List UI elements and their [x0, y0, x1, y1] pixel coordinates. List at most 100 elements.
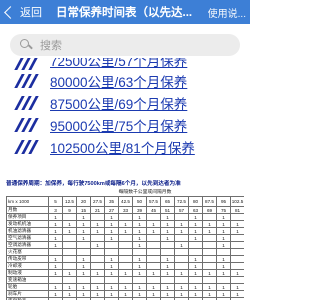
table-cell [174, 262, 189, 270]
table-cell: 1 [48, 234, 63, 242]
table-cell [118, 213, 133, 221]
table-cell: 1 [216, 213, 231, 221]
table-cell: 81 [230, 206, 244, 214]
table-cell: 39 [132, 206, 147, 214]
table-cell: 1 [104, 290, 119, 298]
table-cell: 1 [48, 255, 63, 263]
table-cell [188, 248, 203, 256]
table-cell: 1 [174, 269, 189, 277]
table-row: 月数 3 9 15 21 27 33 39 45 51 57 63 69 75 … [6, 206, 244, 214]
search-placeholder: 搜索 [40, 40, 62, 52]
table-subheader: 每隔数千公里或间隔月数 [118, 190, 172, 195]
table-cell: 1 [90, 241, 105, 249]
table-cell [118, 234, 133, 242]
table-row-label: 制动液 [6, 269, 49, 277]
table-cell [146, 213, 161, 221]
table-cell: 1 [118, 283, 133, 291]
table-cell [104, 241, 119, 249]
list-item[interactable]: 87500公里/69个月保养 [0, 92, 250, 114]
table-cell: 1 [188, 220, 203, 228]
maintenance-link[interactable]: 72500公里/57个月保养 [50, 58, 187, 70]
table-cell: 月数 [6, 206, 49, 214]
table-cell [230, 262, 244, 270]
table-cell [202, 213, 217, 221]
table-row-label: 传动皮带 [6, 255, 49, 263]
table-cell: 1 [160, 234, 175, 242]
table-cell: 1 [62, 283, 77, 291]
list-item[interactable]: 102500公里/81个月保养 [0, 136, 250, 158]
table-cell: 1 [188, 255, 203, 263]
table-cell: 1 [216, 283, 231, 291]
table-row: 传动皮带 1 1 1 1 1 1 1 [6, 255, 244, 263]
table-cell: 1 [146, 290, 161, 298]
list-item[interactable]: 80000公里/63个月保养 [0, 70, 250, 92]
table-cell [90, 276, 105, 284]
table-cell: 1 [104, 213, 119, 221]
table-cell [230, 276, 244, 284]
top-bar: 返回 日常保养时间表（以先达... 使用说... [0, 0, 250, 24]
table-cell: 1 [160, 290, 175, 298]
slash-bullet-icon [14, 96, 44, 110]
slash-bullet-icon [14, 118, 44, 132]
table-cell: 1 [188, 262, 203, 270]
table-cell: 1 [230, 283, 244, 291]
table-row: 制动液 1 1 1 1 1 1 1 1 1 1 1 1 1 1 [6, 269, 244, 277]
table-row: 刹车片 1 1 1 1 1 1 1 1 1 1 1 1 1 1 [6, 290, 244, 298]
table-cell [76, 276, 91, 284]
maintenance-link[interactable]: 87500公里/69个月保养 [50, 93, 187, 113]
maintenance-link[interactable]: 95000公里/75个月保养 [50, 115, 187, 135]
table-cell: 1 [188, 227, 203, 235]
table-cell [202, 248, 217, 256]
table-cell: 1 [90, 227, 105, 235]
link-list: 72500公里/57个月保养 80000公里/63个月保养 87500公里/69… [0, 58, 250, 158]
table-cell [230, 248, 244, 256]
table-cell: 1 [118, 269, 133, 277]
table-cell: 1 [76, 227, 91, 235]
search-bar[interactable]: 搜索 [10, 34, 240, 56]
table-cell: 1 [160, 283, 175, 291]
table-cell: 50 [132, 196, 147, 207]
table-cell: 27.5 [90, 196, 105, 207]
table-cell: 1 [76, 283, 91, 291]
table-cell: 1 [48, 213, 63, 221]
table-cell [202, 234, 217, 242]
table-cell [174, 248, 189, 256]
slash-bullet-icon [14, 74, 44, 88]
table-cell [160, 248, 175, 256]
table-cell [146, 262, 161, 270]
table-cell [62, 276, 77, 284]
table-cell: 1 [62, 290, 77, 298]
table-cell: 1 [118, 290, 133, 298]
table-cell: 102.5 [230, 196, 244, 207]
table-row-label: 轮胎 [6, 283, 49, 291]
table-cell [118, 248, 133, 256]
table-cell [230, 241, 244, 249]
table-cell [48, 248, 63, 256]
table-row: 保养项目 1 1 1 1 1 1 1 [6, 213, 244, 221]
table-cell: 1 [132, 290, 147, 298]
slash-bullet-icon [14, 58, 44, 70]
list-item[interactable]: 95000公里/75个月保养 [0, 114, 250, 136]
table-cell: 1 [146, 220, 161, 228]
back-button[interactable]: 返回 [0, 4, 56, 20]
table-cell: 1 [48, 290, 63, 298]
table-cell: 1 [202, 220, 217, 228]
table-cell: 1 [230, 220, 244, 228]
table-cell [202, 262, 217, 270]
list-item[interactable]: 72500公里/57个月保养 [0, 58, 250, 70]
table-cell: 1 [76, 269, 91, 277]
table-cell: 1 [174, 220, 189, 228]
maintenance-link[interactable]: 102500公里/81个月保养 [50, 137, 195, 157]
table-cell: 1 [174, 283, 189, 291]
table-cell: km x 1000 [6, 196, 49, 207]
usage-hint-link[interactable]: 使用说... [208, 5, 250, 20]
table-row-label: 发动机机油 [6, 220, 49, 228]
table-row: 机油滤清器 1 1 1 1 1 1 1 1 1 1 1 1 1 1 [6, 227, 244, 235]
table-cell: 80 [188, 196, 203, 207]
table-cell: 1 [48, 269, 63, 277]
page-title: 日常保养时间表（以先达... [56, 7, 193, 19]
table-cell: 69 [202, 206, 217, 214]
table-cell: 1 [216, 241, 231, 249]
table-cell: 1 [48, 241, 63, 249]
maintenance-link[interactable]: 80000公里/63个月保养 [50, 71, 187, 91]
